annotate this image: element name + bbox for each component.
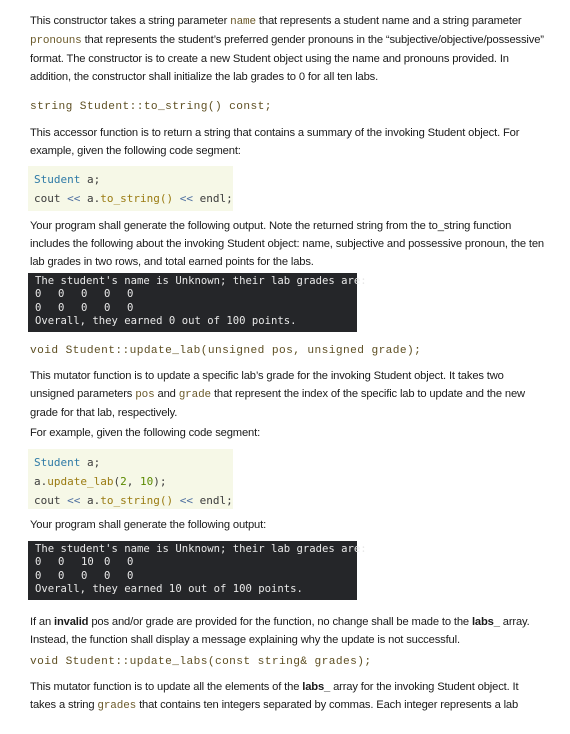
grade-cell: 0 (58, 301, 65, 314)
to-string-signature: string Student::to_string() const; (30, 101, 272, 113)
update-labs-description: This mutator function is to update all t… (30, 678, 545, 715)
grade-cell: 0 (127, 301, 134, 314)
grade-cell: 0 (35, 569, 42, 582)
terminal-grades-row-1: 0 0 0 0 0 (35, 288, 357, 301)
update-lab-invalid-note: If an invalid pos and/or grade are provi… (30, 613, 545, 649)
grade-cell: 0 (58, 556, 65, 569)
param-pronouns: pronouns (30, 35, 82, 47)
text: and (154, 388, 179, 400)
to-string-description: This accessor function is to return a st… (30, 127, 520, 157)
emphasis-invalid: invalid (53, 616, 89, 628)
grade-cell: 0 (58, 288, 65, 301)
code-operator: << (67, 192, 81, 205)
update-lab-terminal-output: The student's name is Unknown; their lab… (28, 541, 367, 600)
grade-cell: 0 (127, 569, 134, 582)
param-grades: grades (97, 700, 137, 712)
terminal-grades-row-2: 0 0 0 0 0 (35, 302, 357, 315)
grade-cell: 0 (35, 556, 42, 569)
code-function: to_string() (100, 494, 174, 507)
update-labs-signature: void Student::update_labs(const string& … (30, 656, 372, 668)
param-grade: grade (178, 389, 211, 401)
terminal-grades-row-1: 0 0 10 0 0 (35, 556, 357, 569)
grade-cell: 0 (104, 556, 111, 569)
text: This constructor takes a string paramete… (30, 15, 231, 27)
code-operator: << (179, 494, 193, 507)
to-string-output-intro: Your program shall generate the followin… (30, 220, 544, 268)
code-text: ); (153, 475, 167, 488)
terminal-footer: Overall, they earned 0 out of 100 points… (35, 315, 297, 328)
terminal-footer: Overall, they earned 10 out of 100 point… (35, 583, 303, 596)
code-text: a. (80, 494, 101, 507)
update-lab-code-block: Student a; a.update_lab(2, 10); cout << … (28, 449, 233, 509)
code-function: to_string() (100, 192, 174, 205)
terminal-header: The student's name is Unknown; their lab… (35, 275, 367, 287)
code-text: , (126, 475, 140, 488)
update-lab-output-intro: Your program shall generate the followin… (30, 519, 267, 531)
grade-cell: 0 (81, 301, 88, 314)
grade-cell: 0 (58, 569, 65, 582)
grade-cell: 0 (104, 569, 111, 582)
code-number: 10 (139, 475, 154, 488)
code-operator: << (179, 192, 193, 205)
to-string-terminal-output: The student's name is Unknown; their lab… (28, 273, 367, 332)
code-operator: << (67, 494, 81, 507)
param-name: name (230, 16, 256, 28)
code-text: cout (34, 192, 68, 205)
terminal-header: The student's name is Unknown; their lab… (35, 543, 367, 555)
grade-cell: 0 (35, 301, 42, 314)
emphasis-labs: labs_ (471, 616, 500, 628)
grade-cell: 10 (81, 556, 94, 569)
code-text: a. (80, 192, 101, 205)
code-text: endl; (192, 192, 233, 205)
text: that represents a student name and a str… (255, 15, 522, 27)
grade-cell: 0 (104, 288, 111, 301)
update-lab-signature: void Student::update_lab(unsigned pos, u… (30, 345, 422, 357)
code-type: Student (34, 173, 81, 186)
code-text: cout (34, 494, 68, 507)
text: This mutator function is to update all t… (30, 681, 303, 693)
code-text: endl; (192, 494, 233, 507)
text: If an (30, 616, 54, 628)
code-type: Student (34, 456, 81, 469)
text: that contains ten integers separated by … (136, 699, 519, 711)
constructor-description: This constructor takes a string paramete… (30, 12, 545, 86)
code-text: a; (80, 456, 101, 469)
text: pos and/or grade are provided for the fu… (88, 616, 472, 628)
emphasis-labs: labs_ (302, 681, 331, 693)
code-number: 2 (120, 475, 127, 488)
code-text: a; (80, 173, 101, 186)
param-pos: pos (135, 389, 155, 401)
grade-cell: 0 (81, 569, 88, 582)
grade-cell: 0 (81, 288, 88, 301)
to-string-code-block: Student a; cout << a.to_string() << endl… (28, 166, 233, 211)
code-text: a. (34, 475, 48, 488)
text: that represents the student’s preferred … (30, 34, 544, 83)
grade-cell: 0 (104, 301, 111, 314)
update-lab-example-intro: For example, given the following code se… (30, 427, 261, 439)
update-lab-description: This mutator function is to update a spe… (30, 367, 545, 422)
grade-cell: 0 (127, 288, 134, 301)
terminal-grades-row-2: 0 0 0 0 0 (35, 570, 357, 583)
grade-cell: 0 (127, 556, 134, 569)
code-function: update_lab (47, 475, 114, 488)
grade-cell: 0 (35, 288, 42, 301)
